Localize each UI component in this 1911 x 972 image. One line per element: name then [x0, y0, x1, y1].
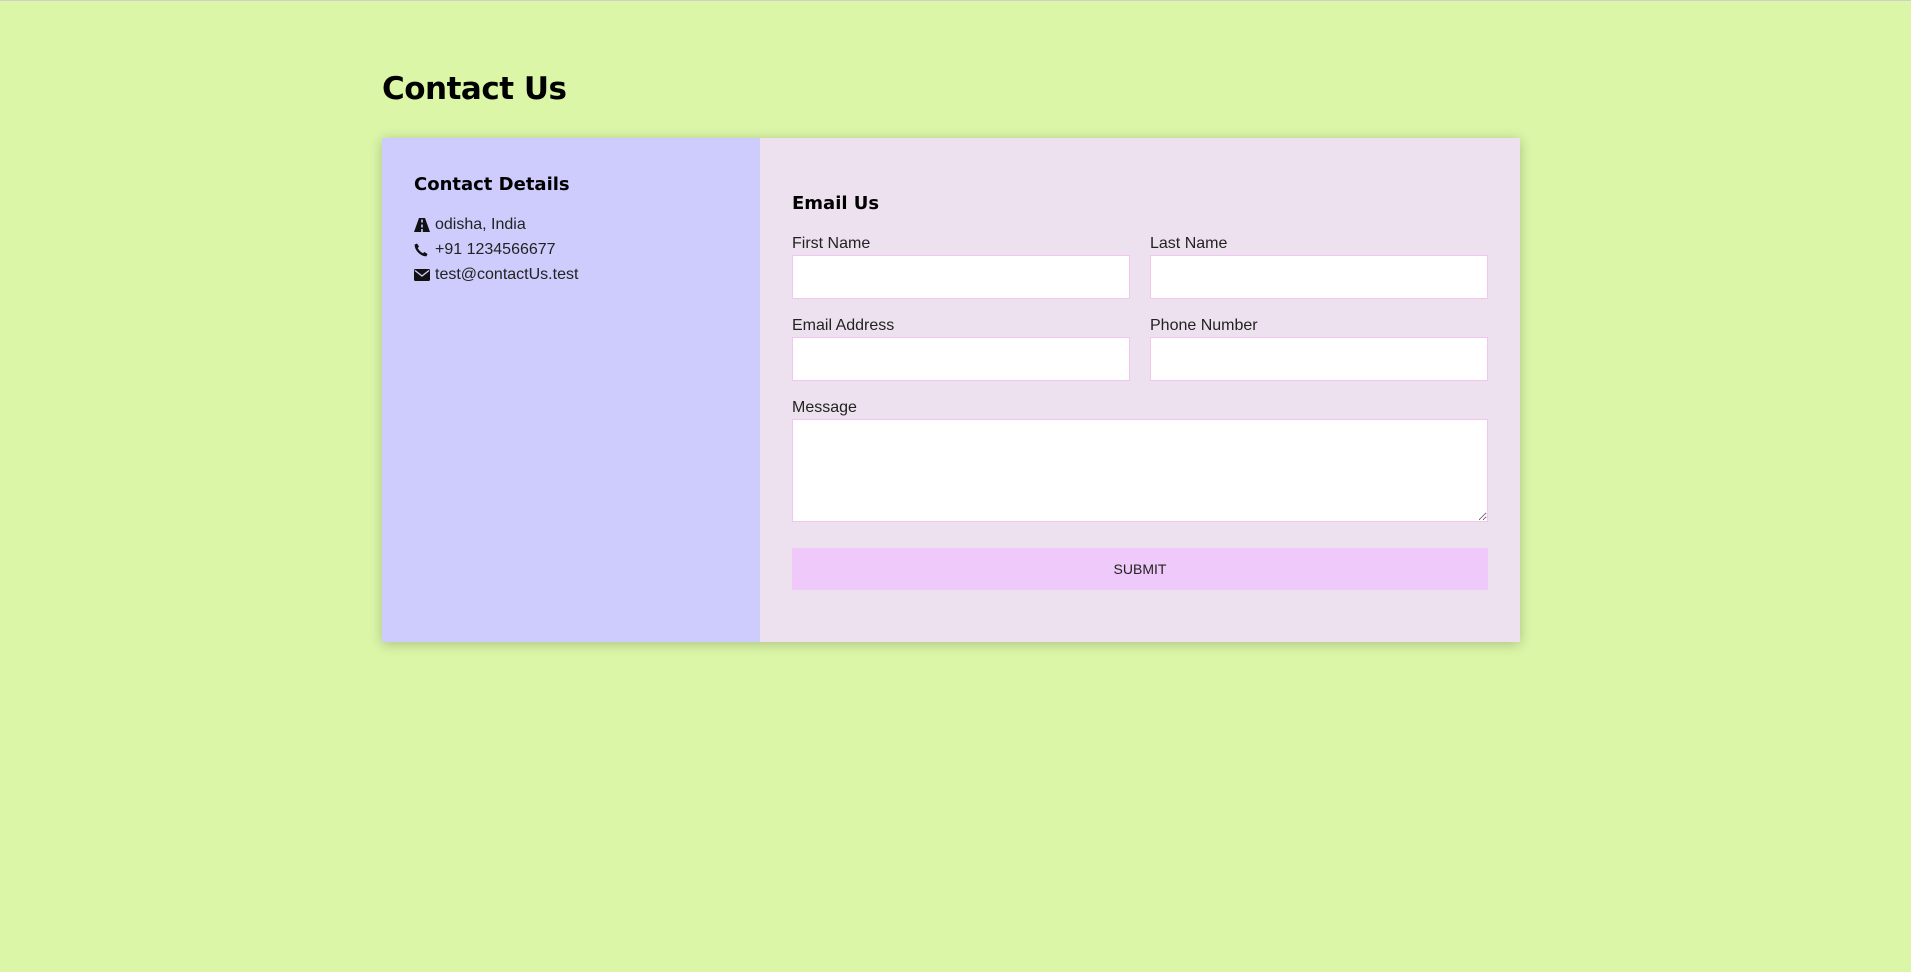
email-us-heading: Email Us [792, 193, 880, 214]
message-row: Message [792, 398, 1488, 522]
email-group: Email Address [792, 316, 1130, 381]
message-group: Message [792, 398, 1488, 522]
email-form-panel: Email Us First Name Last Name Email Addr… [760, 138, 1520, 642]
envelope-icon [414, 267, 432, 283]
page-title: Contact Us [382, 71, 567, 107]
submit-button[interactable]: SUBMIT [792, 548, 1488, 590]
first-name-label: First Name [792, 235, 871, 252]
email-text: test@contactUs.test [435, 266, 579, 283]
road-icon [414, 217, 432, 233]
phone-input[interactable] [1150, 337, 1488, 381]
phone-icon [414, 242, 432, 258]
last-name-input[interactable] [1150, 255, 1488, 299]
phone-label: Phone Number [1150, 317, 1258, 334]
contact-details-heading: Contact Details [414, 174, 570, 195]
name-row: First Name Last Name [792, 234, 1488, 299]
phone-group: Phone Number [1150, 316, 1488, 381]
email-input[interactable] [792, 337, 1130, 381]
message-label: Message [792, 399, 857, 416]
last-name-group: Last Name [1150, 234, 1488, 299]
contact-card: Contact Details odisha, India +91 123456… [382, 138, 1520, 642]
first-name-input[interactable] [792, 255, 1130, 299]
message-textarea[interactable] [792, 419, 1488, 522]
email-row: test@contactUs.test [414, 262, 728, 287]
phone-row: +91 1234566677 [414, 237, 728, 262]
email-label: Email Address [792, 317, 895, 334]
contact-details-panel: Contact Details odisha, India +91 123456… [382, 138, 760, 642]
address-row: odisha, India [414, 212, 728, 237]
phone-text: +91 1234566677 [435, 241, 556, 258]
contact-row: Email Address Phone Number [792, 316, 1488, 381]
address-text: odisha, India [435, 216, 526, 233]
first-name-group: First Name [792, 234, 1130, 299]
last-name-label: Last Name [1150, 235, 1228, 252]
